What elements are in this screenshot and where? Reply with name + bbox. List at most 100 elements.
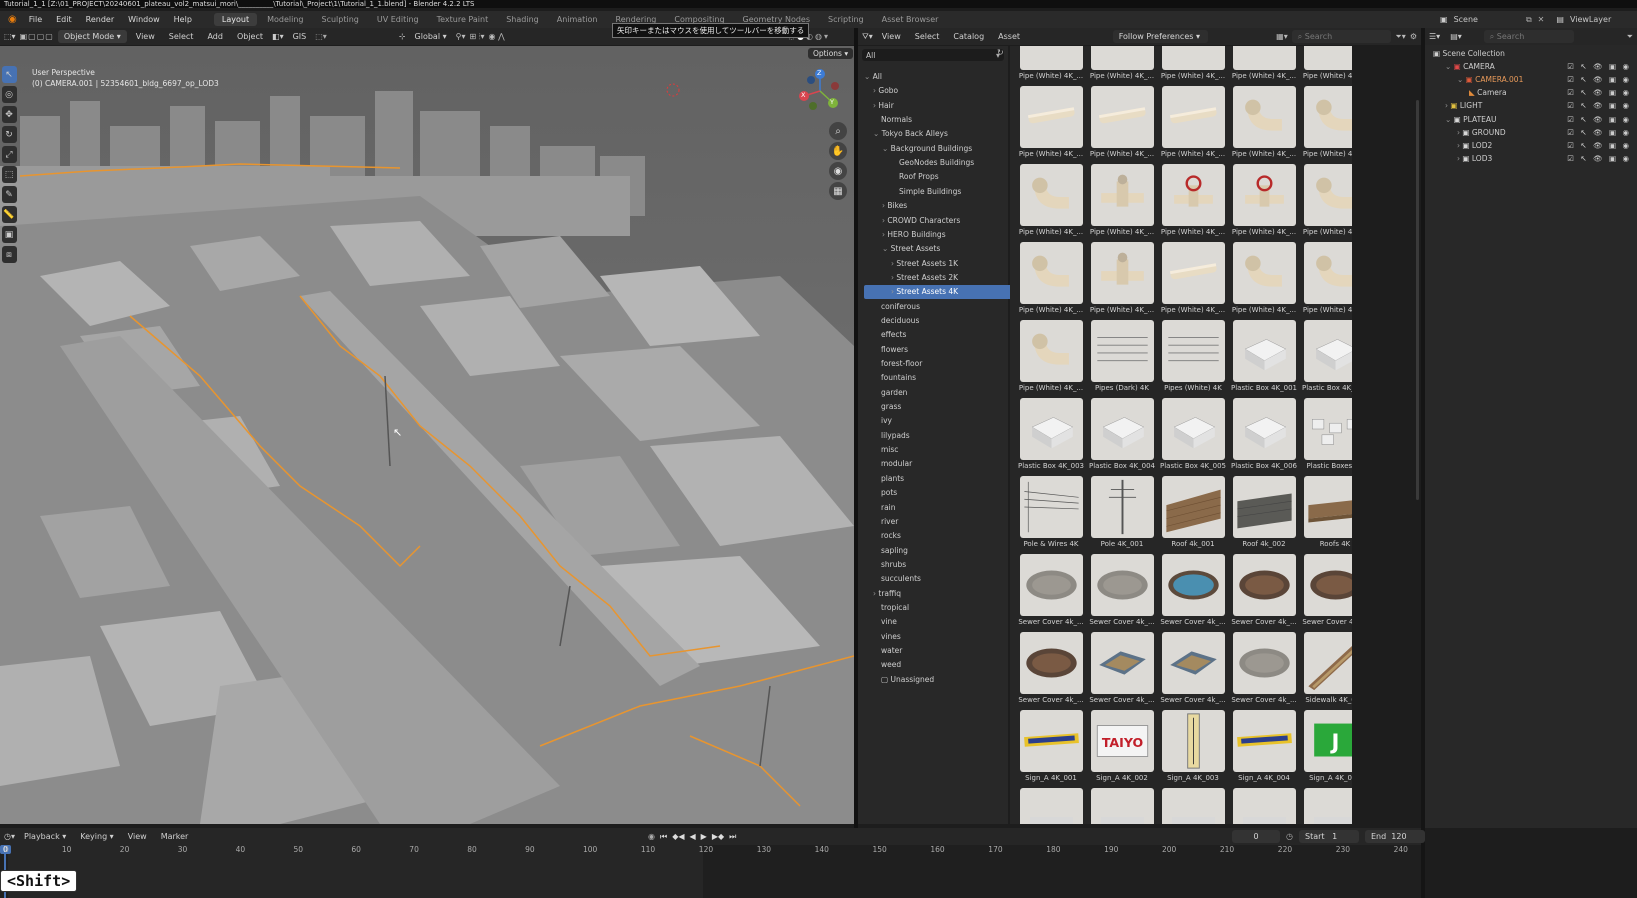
tab-texture-paint[interactable]: Texture Paint — [429, 13, 497, 26]
library-selector[interactable]: All ▾ — [862, 49, 1004, 61]
scale-tool-icon[interactable]: ⤢ — [1, 146, 17, 163]
camera-view-icon[interactable]: ◉ — [829, 162, 847, 180]
catalog-item[interactable]: › Street Assets 2K — [864, 271, 1012, 285]
viewport-menu-object[interactable]: Object — [232, 31, 268, 42]
outliner-row[interactable]: ⌄ ▣ CAMERA.001 ☑ ↖ 👁 ▣ ◉ — [1425, 73, 1637, 86]
collapse-arrow-icon[interactable]: ⌄ — [873, 129, 882, 138]
catalog-item[interactable]: › Street Assets 4K — [864, 285, 1012, 300]
asset-item[interactable]: Pipe (White) 4K_... — [1300, 242, 1352, 314]
viewport-menu-add[interactable]: Add — [202, 31, 228, 42]
catalog-item[interactable]: ⌄ Tokyo Back Alleys — [864, 127, 1012, 141]
asset-menu-catalog[interactable]: Catalog — [948, 31, 989, 42]
outliner-expand-arrow-icon[interactable]: ⌄ — [1445, 115, 1454, 124]
catalog-item[interactable]: GeoNodes Buildings — [864, 156, 1012, 170]
outliner-expand-arrow-icon[interactable]: ⌄ — [1457, 75, 1466, 84]
asset-item[interactable]: Pipes (Dark) 4K — [1087, 320, 1157, 392]
navigation-gizmo[interactable]: Z X Y — [797, 68, 843, 114]
catalog-item[interactable]: grass — [864, 400, 1012, 414]
asset-item[interactable]: Pipe (White) 4K_... — [1300, 86, 1352, 158]
catalog-item[interactable]: misc — [864, 443, 1012, 457]
asset-item[interactable]: Pipe (White) 4K_... — [1087, 46, 1157, 80]
catalog-item[interactable]: › Street Assets 1K — [864, 257, 1012, 271]
outliner-editor-type-icon[interactable]: ☰▾ — [1429, 32, 1440, 41]
catalog-item[interactable]: forest-floor — [864, 357, 1012, 371]
asset-item[interactable]: Sidewalk 4K_001 — [1300, 632, 1352, 704]
options-button[interactable]: Options ▾ — [808, 48, 854, 59]
asset-item[interactable] — [1229, 788, 1299, 824]
catalog-item[interactable]: effects — [864, 328, 1012, 342]
asset-menu-asset[interactable]: Asset — [993, 31, 1025, 42]
catalog-item[interactable]: sapling — [864, 544, 1012, 558]
outliner-search-input[interactable]: ⌕ Search — [1483, 30, 1574, 43]
menu-help[interactable]: Help — [168, 15, 198, 24]
asset-item[interactable]: Plastic Boxes 4K — [1300, 398, 1352, 470]
outliner-filter-icon[interactable]: ⏷ — [1627, 32, 1633, 42]
asset-item[interactable]: Plastic Box 4K_003 — [1016, 398, 1086, 470]
tab-shading[interactable]: Shading — [498, 13, 547, 26]
asset-menu-select[interactable]: Select — [910, 31, 945, 42]
visibility-toggles[interactable]: ☑ ↖ 👁 ▣ ◉ — [1567, 73, 1631, 86]
asset-item[interactable]: Pipe (White) 4K_... — [1016, 242, 1086, 314]
tab-modeling[interactable]: Modeling — [259, 13, 311, 26]
menu-file[interactable]: File — [23, 15, 48, 24]
catalog-item[interactable]: ivy — [864, 414, 1012, 428]
collapse-arrow-icon[interactable]: ⌄ — [864, 72, 873, 81]
shading-options-icon[interactable]: ▾ — [824, 32, 828, 41]
extra-tool-icon[interactable]: ⧈ — [1, 246, 17, 263]
asset-item[interactable]: Pipe (White) 4K_... — [1300, 164, 1352, 236]
asset-item[interactable]: Pipe (White) 4K_... — [1229, 164, 1299, 236]
asset-item[interactable]: Sewer Cover 4k_... — [1016, 554, 1086, 626]
tab-layout[interactable]: Layout — [213, 13, 258, 26]
visibility-toggles[interactable]: ☑ ↖ 👁 ▣ ◉ — [1567, 126, 1631, 139]
outliner-row[interactable]: ◣ Camera ☑ ↖ 👁 ▣ ◉ — [1425, 86, 1637, 99]
asset-item[interactable]: Plastic Box 4K_006 — [1229, 398, 1299, 470]
measure-tool-icon[interactable]: 📏 — [1, 206, 17, 223]
asset-item[interactable]: Pipe (White) 4K_... — [1087, 86, 1157, 158]
asset-item[interactable]: Pipe (White) 4K_... — [1158, 242, 1228, 314]
cursor-tool-icon[interactable]: ◎ — [1, 86, 17, 103]
catalog-item[interactable]: › traffiq — [864, 587, 1012, 601]
viewport-menu-select[interactable]: Select — [164, 31, 199, 42]
annotate-tool-icon[interactable]: ✎ — [1, 186, 17, 203]
asset-item[interactable]: Roofs 4K — [1300, 476, 1352, 548]
asset-item[interactable]: Pipe (White) 4K_... — [1016, 164, 1086, 236]
asset-item[interactable]: Sewer Cover 4k_... — [1016, 632, 1086, 704]
asset-item[interactable]: Pole & Wires 4K — [1016, 476, 1086, 548]
asset-item[interactable]: Plastic Box 4K_001 — [1229, 320, 1299, 392]
catalog-item[interactable]: vine — [864, 615, 1012, 629]
asset-item[interactable]: Pole 4K_001 — [1087, 476, 1157, 548]
catalog-item[interactable]: ⌄ Background Buildings — [864, 142, 1012, 156]
asset-item[interactable]: Pipe (White) 4K_... — [1016, 86, 1086, 158]
asset-item[interactable]: Plastic Box 4K_002 — [1300, 320, 1352, 392]
select-tool-icon[interactable]: ↖ — [1, 66, 17, 83]
catalog-item[interactable]: tropical — [864, 601, 1012, 615]
scene-selector[interactable]: ▣ Scene ⧉ ✕ ▤ ViewLayer — [1440, 15, 1611, 25]
catalog-item[interactable]: Normals — [864, 113, 1012, 127]
asset-item[interactable]: Roof 4k_001 — [1158, 476, 1228, 548]
snap-icon[interactable]: ⊞ ⦙▾ — [469, 32, 484, 42]
asset-item[interactable]: Pipe (White) 4K_... — [1087, 242, 1157, 314]
visibility-toggles[interactable]: ☑ ↖ 👁 ▣ ◉ — [1567, 113, 1631, 126]
editor-type-icon[interactable]: ⬚▾ — [4, 32, 16, 41]
asset-item[interactable]: Sewer Cover 4k_... — [1229, 632, 1299, 704]
select-mode-icons[interactable]: ▣▢▢▢ — [20, 32, 54, 41]
timeline-track[interactable]: 0 0 10 20 30 40 50 60 70 80 90 100 110 120 130 140 150 1… — [0, 845, 1421, 898]
visibility-toggles[interactable]: ☑ ↖ 👁 ▣ ◉ — [1567, 152, 1631, 165]
catalog-item[interactable]: Roof Props — [864, 170, 1012, 184]
asset-settings-icon[interactable]: ⚙ — [1410, 32, 1417, 41]
collapse-arrow-icon[interactable]: ⌄ — [882, 144, 891, 153]
add-cube-tool-icon[interactable]: ▣ — [1, 226, 17, 243]
asset-item[interactable] — [1016, 788, 1086, 824]
rendered-shading-icon[interactable]: ◍ — [815, 32, 822, 41]
visibility-toggles[interactable]: ☑ ↖ 👁 ▣ ◉ — [1567, 86, 1631, 99]
asset-item[interactable]: TAIYO Sign_A 4K_002 — [1087, 710, 1157, 782]
gis-menu[interactable]: GIS — [288, 31, 312, 42]
asset-item[interactable]: Pipe (White) 4K_... — [1229, 46, 1299, 80]
asset-item[interactable]: Sewer Cover 4k_... — [1300, 554, 1352, 626]
asset-item[interactable]: Pipe (White) 4K_... — [1158, 164, 1228, 236]
pivot-icon[interactable]: ⚲▾ — [456, 32, 466, 41]
catalog-item[interactable]: water — [864, 644, 1012, 658]
visibility-toggles[interactable]: ☑ ↖ 👁 ▣ ◉ — [1567, 99, 1631, 112]
catalog-item[interactable]: modular — [864, 457, 1012, 471]
asset-item[interactable]: MiniFun — [1087, 788, 1157, 824]
